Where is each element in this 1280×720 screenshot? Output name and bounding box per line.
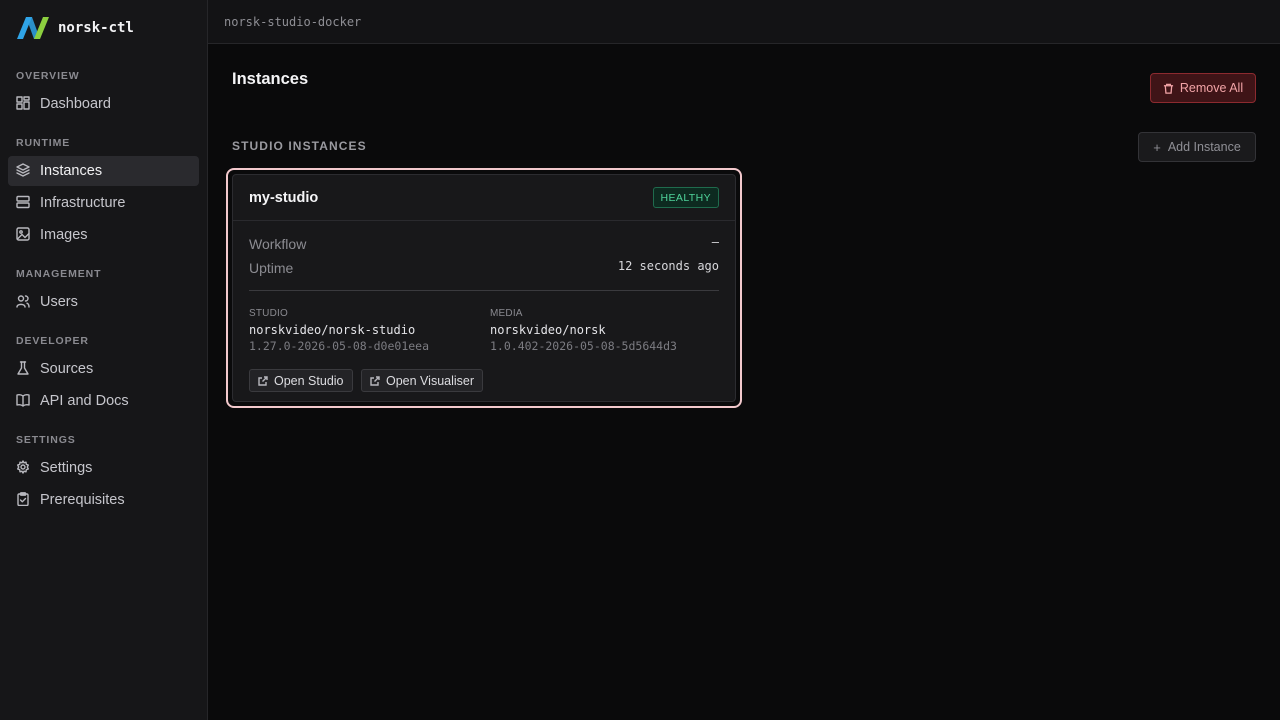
open-visualiser-button[interactable]: Open Visualiser (361, 369, 484, 392)
gear-icon (16, 460, 32, 476)
add-instance-label: Add Instance (1167, 140, 1241, 154)
sidebar-item-label: Dashboard (40, 96, 111, 112)
uptime-value: 12 seconds ago (617, 259, 719, 273)
studio-image-version: 1.27.0-2026-05-08-d0e01eea (249, 339, 430, 353)
external-link-icon (258, 375, 268, 386)
sidebar-item-label: Settings (40, 460, 93, 476)
external-link-icon (370, 375, 380, 386)
sidebar-item-label: API and Docs (40, 393, 129, 409)
sidebar-item-sources[interactable]: Sources (8, 354, 199, 384)
users-icon (16, 294, 32, 310)
nav-section-settings: SETTINGS (16, 434, 76, 446)
sidebar-item-users[interactable]: Users (8, 287, 199, 317)
page-title: Instances (232, 70, 309, 88)
trash-icon (1163, 83, 1173, 94)
studio-image-name: norskvideo/norsk-studio (249, 323, 416, 337)
workflow-label: Workflow (249, 236, 307, 252)
brand[interactable]: norsk-ctl (0, 0, 207, 56)
flask-icon (16, 361, 32, 377)
workflow-value: – (711, 235, 719, 249)
studio-image-label: STUDIO (249, 308, 288, 319)
status-badge: HEALTHY (652, 187, 719, 208)
sidebar-item-instances[interactable]: Instances (8, 156, 199, 186)
open-studio-label: Open Studio (274, 373, 344, 388)
uptime-label: Uptime (249, 260, 294, 276)
layers-icon (16, 163, 32, 179)
open-visualiser-label: Open Visualiser (386, 373, 475, 388)
sidebar-item-images[interactable]: Images (8, 220, 199, 250)
sidebar: norsk-ctl OVERVIEW Dashboard RUNTIME Ins… (0, 0, 208, 720)
image-icon (16, 227, 32, 243)
media-image-version: 1.0.402-2026-05-08-5d5644d3 (490, 339, 677, 353)
nav-section-overview: OVERVIEW (16, 70, 80, 82)
sidebar-item-label: Instances (40, 163, 103, 179)
sidebar-item-label: Infrastructure (40, 195, 126, 211)
sidebar-item-label: Prerequisites (40, 492, 125, 508)
media-image-label: MEDIA (490, 308, 523, 319)
nav-section-management: MANAGEMENT (16, 268, 102, 280)
sidebar-item-label: Users (40, 294, 78, 310)
nav-section-runtime: RUNTIME (16, 137, 71, 149)
book-icon (16, 393, 32, 409)
server-icon (16, 195, 32, 211)
sidebar-item-label: Images (40, 227, 88, 243)
sidebar-item-label: Sources (40, 361, 94, 377)
clipboard-check-icon (16, 492, 32, 508)
top-bar: norsk-studio-docker (208, 0, 1280, 44)
instance-card-header: my-studio HEALTHY (233, 175, 735, 221)
dashboard-icon (16, 96, 32, 112)
sidebar-item-dashboard[interactable]: Dashboard (8, 89, 199, 119)
nav-section-developer: DEVELOPER (16, 335, 89, 347)
app-name: norsk-ctl (58, 20, 134, 36)
norsk-logo-icon (17, 17, 49, 39)
sidebar-item-prerequisites[interactable]: Prerequisites (8, 485, 199, 515)
card-divider (249, 290, 719, 291)
plus-icon: + (1153, 139, 1161, 155)
breadcrumb[interactable]: norsk-studio-docker (224, 15, 361, 29)
sidebar-item-settings[interactable]: Settings (8, 453, 199, 483)
add-instance-button[interactable]: + Add Instance (1138, 132, 1256, 162)
media-image-name: norskvideo/norsk (490, 323, 606, 337)
open-studio-button[interactable]: Open Studio (249, 369, 353, 392)
sidebar-item-api-docs[interactable]: API and Docs (8, 386, 199, 416)
instance-card[interactable]: my-studio HEALTHY Workflow – Uptime 12 s… (232, 174, 736, 402)
remove-all-label: Remove All (1179, 81, 1244, 95)
section-title: STUDIO INSTANCES (232, 139, 367, 153)
instance-name: my-studio (249, 190, 319, 206)
sidebar-item-infrastructure[interactable]: Infrastructure (8, 188, 199, 218)
remove-all-button[interactable]: Remove All (1150, 73, 1256, 103)
